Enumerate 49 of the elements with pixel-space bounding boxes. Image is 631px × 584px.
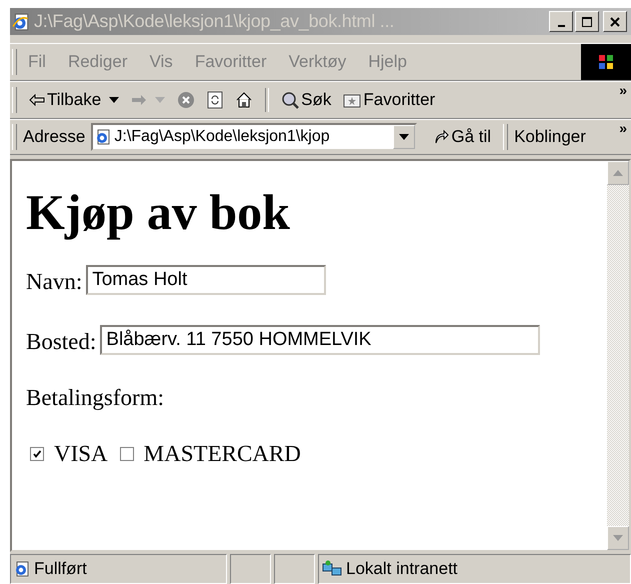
browser-icon (12, 12, 30, 30)
go-button[interactable]: Gå til (433, 127, 492, 147)
page-heading: Kjøp av bok (26, 183, 291, 241)
more-chevron[interactable]: » (619, 120, 627, 136)
windows-logo-icon (596, 52, 616, 72)
zone-text: Lokalt intranett (346, 559, 458, 579)
go-arrow-icon (433, 129, 450, 145)
caret-icon[interactable] (109, 97, 120, 103)
address-field[interactable]: J:\Fag\Asp\Kode\leksjon1\kjop (91, 123, 418, 151)
dropdown-button[interactable] (393, 125, 416, 149)
close-icon (609, 16, 621, 28)
caret-icon (399, 134, 410, 140)
minimize-button[interactable] (549, 11, 573, 32)
down-arrow-icon (613, 535, 623, 541)
more-chevron[interactable]: » (619, 82, 627, 98)
refresh-icon[interactable] (207, 91, 224, 109)
vertical-scrollbar[interactable] (607, 161, 629, 550)
text-field[interactable]: Tomas Holt (86, 265, 326, 295)
field-label: Bosted: (26, 329, 96, 355)
window-title: J:\Fag\Asp\Kode\leksjon1\kjop_av_bok.html ... (34, 11, 396, 32)
close-button[interactable] (603, 11, 627, 32)
address-label: Adresse (23, 127, 86, 147)
minimize-icon (558, 24, 564, 26)
page-icon (95, 129, 112, 145)
option-label: MASTERCARD (144, 441, 301, 467)
checkbox[interactable] (30, 447, 44, 461)
network-icon (322, 560, 342, 578)
status-panel (274, 554, 315, 584)
status-text: Fullført (34, 559, 87, 579)
text-field[interactable]: Blåbærv. 11 7550 HOMMELVIK (100, 325, 540, 355)
up-arrow-icon (613, 170, 623, 176)
links-label[interactable]: Koblinger (514, 127, 586, 147)
field-label: Navn: (26, 269, 82, 295)
home-icon[interactable] (235, 91, 254, 109)
scroll-up-button[interactable] (607, 161, 629, 185)
search-button[interactable]: Søk (281, 90, 332, 110)
maximize-icon (581, 16, 593, 28)
scroll-down-button[interactable] (607, 526, 629, 550)
status-panel (230, 554, 271, 584)
search-icon (281, 91, 300, 109)
option-label: VISA (54, 441, 108, 467)
favorites-button[interactable]: Favoritter (343, 90, 436, 110)
stop-icon[interactable] (177, 91, 196, 109)
back-button[interactable]: Tilbake (29, 90, 102, 110)
payment-label: Betalingsform: (26, 385, 165, 411)
page-icon (14, 561, 30, 577)
back-arrow-icon (29, 94, 45, 106)
checkbox[interactable] (120, 447, 134, 461)
maximize-button[interactable] (575, 11, 599, 32)
